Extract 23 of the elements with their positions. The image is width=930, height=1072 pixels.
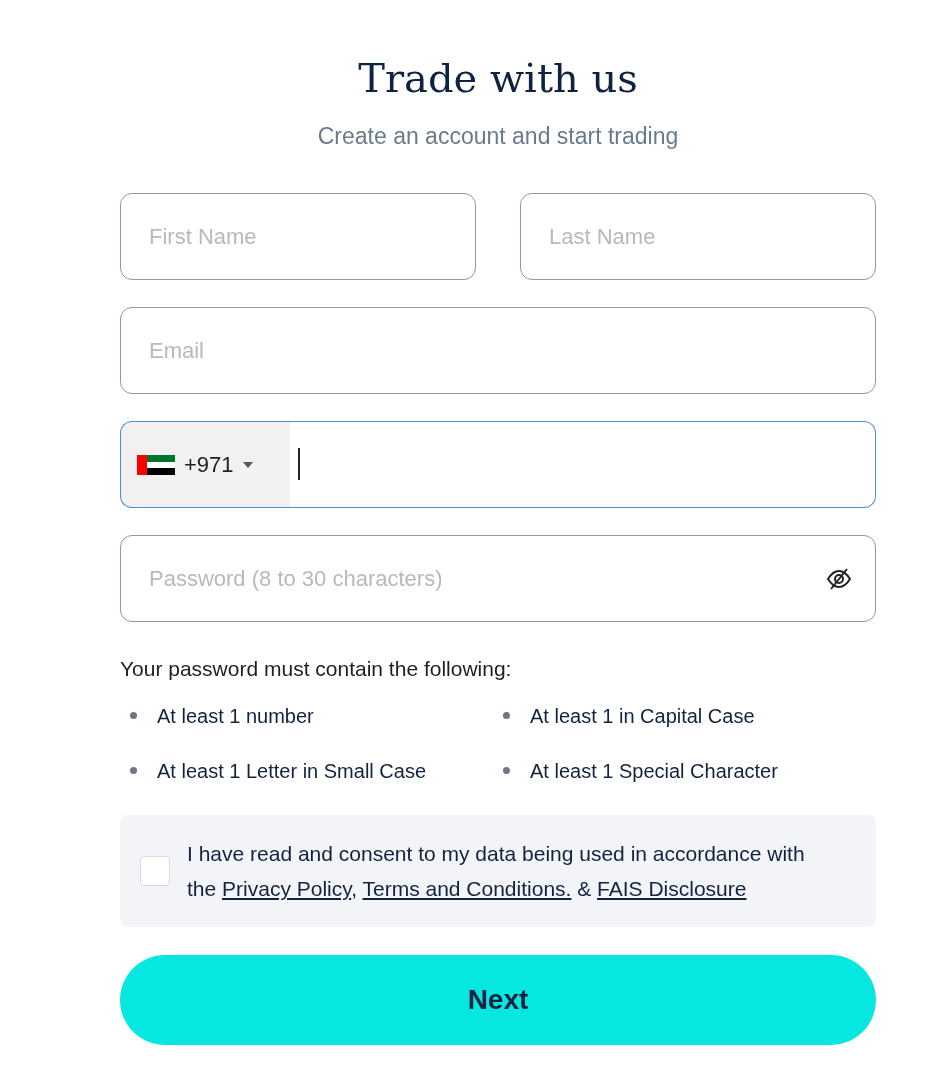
consent-checkbox[interactable] <box>140 856 170 886</box>
name-field[interactable]: First Name <box>120 193 476 280</box>
page-title: Trade with us <box>357 54 639 103</box>
password-field[interactable]: Password (8 to 30 characters) <box>120 535 876 622</box>
consent-link[interactable]: Privacy Policy <box>222 877 352 900</box>
bullet-icon <box>503 767 510 774</box>
password-rule: At least 1 in Capital Case <box>530 703 755 729</box>
toggle-password-visibility-button[interactable] <box>826 567 852 590</box>
name-field[interactable]: Last Name <box>520 193 876 280</box>
page-subtitle: Create an account and start trading <box>316 122 680 151</box>
consent-link[interactable]: FAIS Disclosure <box>597 877 747 900</box>
bullet-icon <box>503 712 510 719</box>
password-rule: At least 1 Special Character <box>530 758 778 784</box>
consent-link[interactable]: Terms and Conditions. <box>362 877 572 900</box>
password-rules-heading: Your password must contain the following: <box>120 656 513 682</box>
next-button[interactable]: Next <box>120 955 876 1045</box>
consent-text: I have read and consent to my data being used in accordance with the Privacy Policy, Terms and Conditions. & FAIS Disclosure <box>187 841 806 902</box>
bullet-icon <box>130 767 137 774</box>
eye-slash-icon <box>826 567 852 590</box>
email-field[interactable]: Email <box>120 307 876 394</box>
password-rule: At least 1 Letter in Small Case <box>157 758 426 784</box>
bullet-icon <box>130 712 137 719</box>
password-rule: At least 1 number <box>157 703 314 729</box>
